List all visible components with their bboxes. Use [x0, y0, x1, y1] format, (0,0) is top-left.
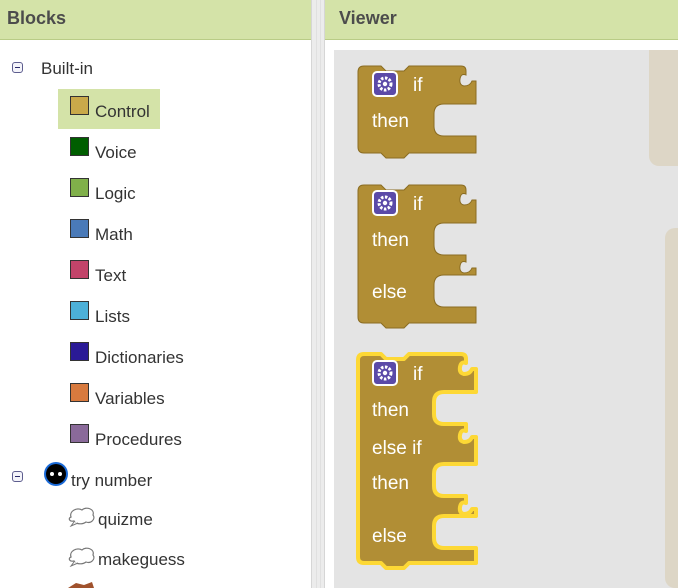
then-keyword: then — [372, 473, 409, 494]
then-keyword: then — [372, 111, 409, 132]
else-keyword: else — [372, 282, 407, 303]
panel-splitter[interactable] — [311, 0, 325, 588]
if-keyword: if — [413, 364, 423, 385]
tree-item-label: makeguess — [98, 550, 185, 569]
if-elseif-else-block[interactable]: if then else if then else — [356, 352, 478, 570]
then-keyword: then — [372, 400, 409, 421]
blocks-canvas: if then if then else if then else if the… — [356, 65, 478, 570]
else-keyword: else — [372, 526, 407, 547]
dictionaries-swatch-icon — [70, 342, 89, 361]
speech-bubble-icon — [68, 547, 95, 567]
then-keyword: then — [372, 230, 409, 251]
blocks-panel: Blocks Built-in Control Voice Logic Math… — [0, 0, 311, 588]
tree-item-label: Text — [95, 266, 127, 285]
screen-component-icon — [44, 462, 68, 486]
if-keyword: if — [413, 194, 423, 215]
tree-item-label: Control — [95, 102, 150, 121]
speech-bubble-icon — [68, 507, 95, 527]
else-if-keyword: else if — [372, 438, 422, 459]
blocks-title: Blocks — [7, 8, 67, 28]
text-swatch-icon — [70, 260, 89, 279]
tree-item-label: Lists — [95, 307, 130, 326]
collapse-builtin-icon[interactable] — [12, 62, 23, 73]
variables-swatch-icon — [70, 383, 89, 402]
control-swatch-icon — [70, 96, 89, 115]
tree-item-label: Dictionaries — [95, 348, 184, 367]
lists-swatch-icon — [70, 301, 89, 320]
if-keyword: if — [413, 75, 423, 96]
partial-item-icon — [68, 582, 94, 588]
if-then-block[interactable]: if then — [357, 65, 477, 159]
viewer-panel: Viewer if then if then else if then else… — [325, 0, 678, 588]
tree-item-builtin[interactable]: Built-in — [41, 59, 93, 79]
tree-item-label: Math — [95, 225, 133, 244]
logic-swatch-icon — [70, 178, 89, 197]
tree-item-label: Variables — [95, 389, 165, 408]
collapse-screen-icon[interactable] — [12, 471, 23, 482]
tree-item-label: Voice — [95, 143, 137, 162]
math-swatch-icon — [70, 219, 89, 238]
voice-swatch-icon — [70, 137, 89, 156]
procedures-swatch-icon — [70, 424, 89, 443]
tree-item-label: Procedures — [95, 430, 182, 449]
tree-item-label: Logic — [95, 184, 136, 203]
blocks-header: Blocks — [0, 0, 311, 40]
tree-item-label: quizme — [98, 510, 153, 529]
tree-item-try-number[interactable]: try number — [71, 471, 152, 491]
if-then-else-block[interactable]: if then else — [357, 184, 477, 329]
